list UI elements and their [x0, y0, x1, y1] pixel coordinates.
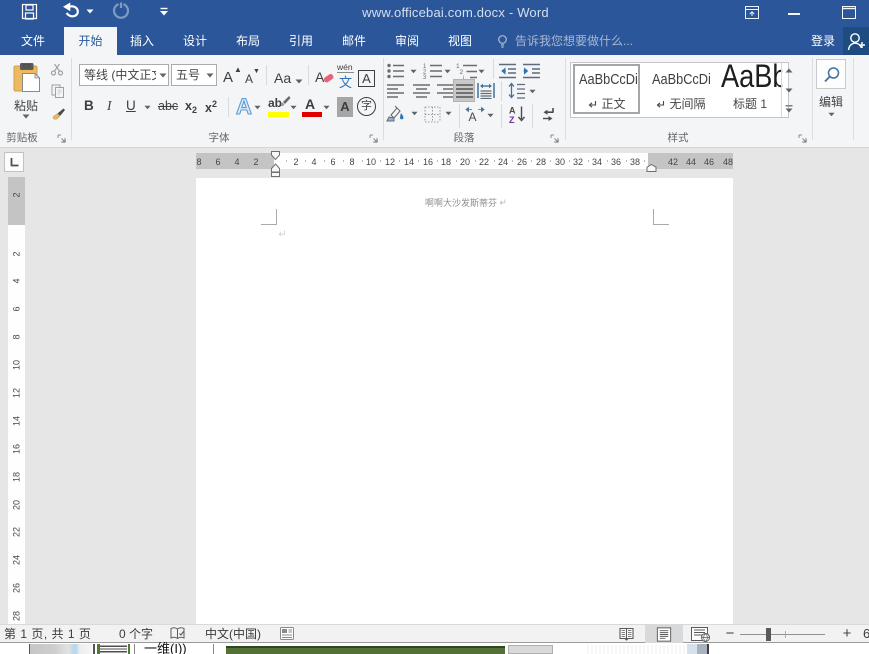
svg-text:A: A [236, 95, 252, 117]
svg-text:A: A [469, 110, 477, 123]
svg-text:A: A [509, 106, 516, 116]
svg-text:Z: Z [509, 115, 515, 124]
svg-text:3: 3 [423, 75, 427, 81]
